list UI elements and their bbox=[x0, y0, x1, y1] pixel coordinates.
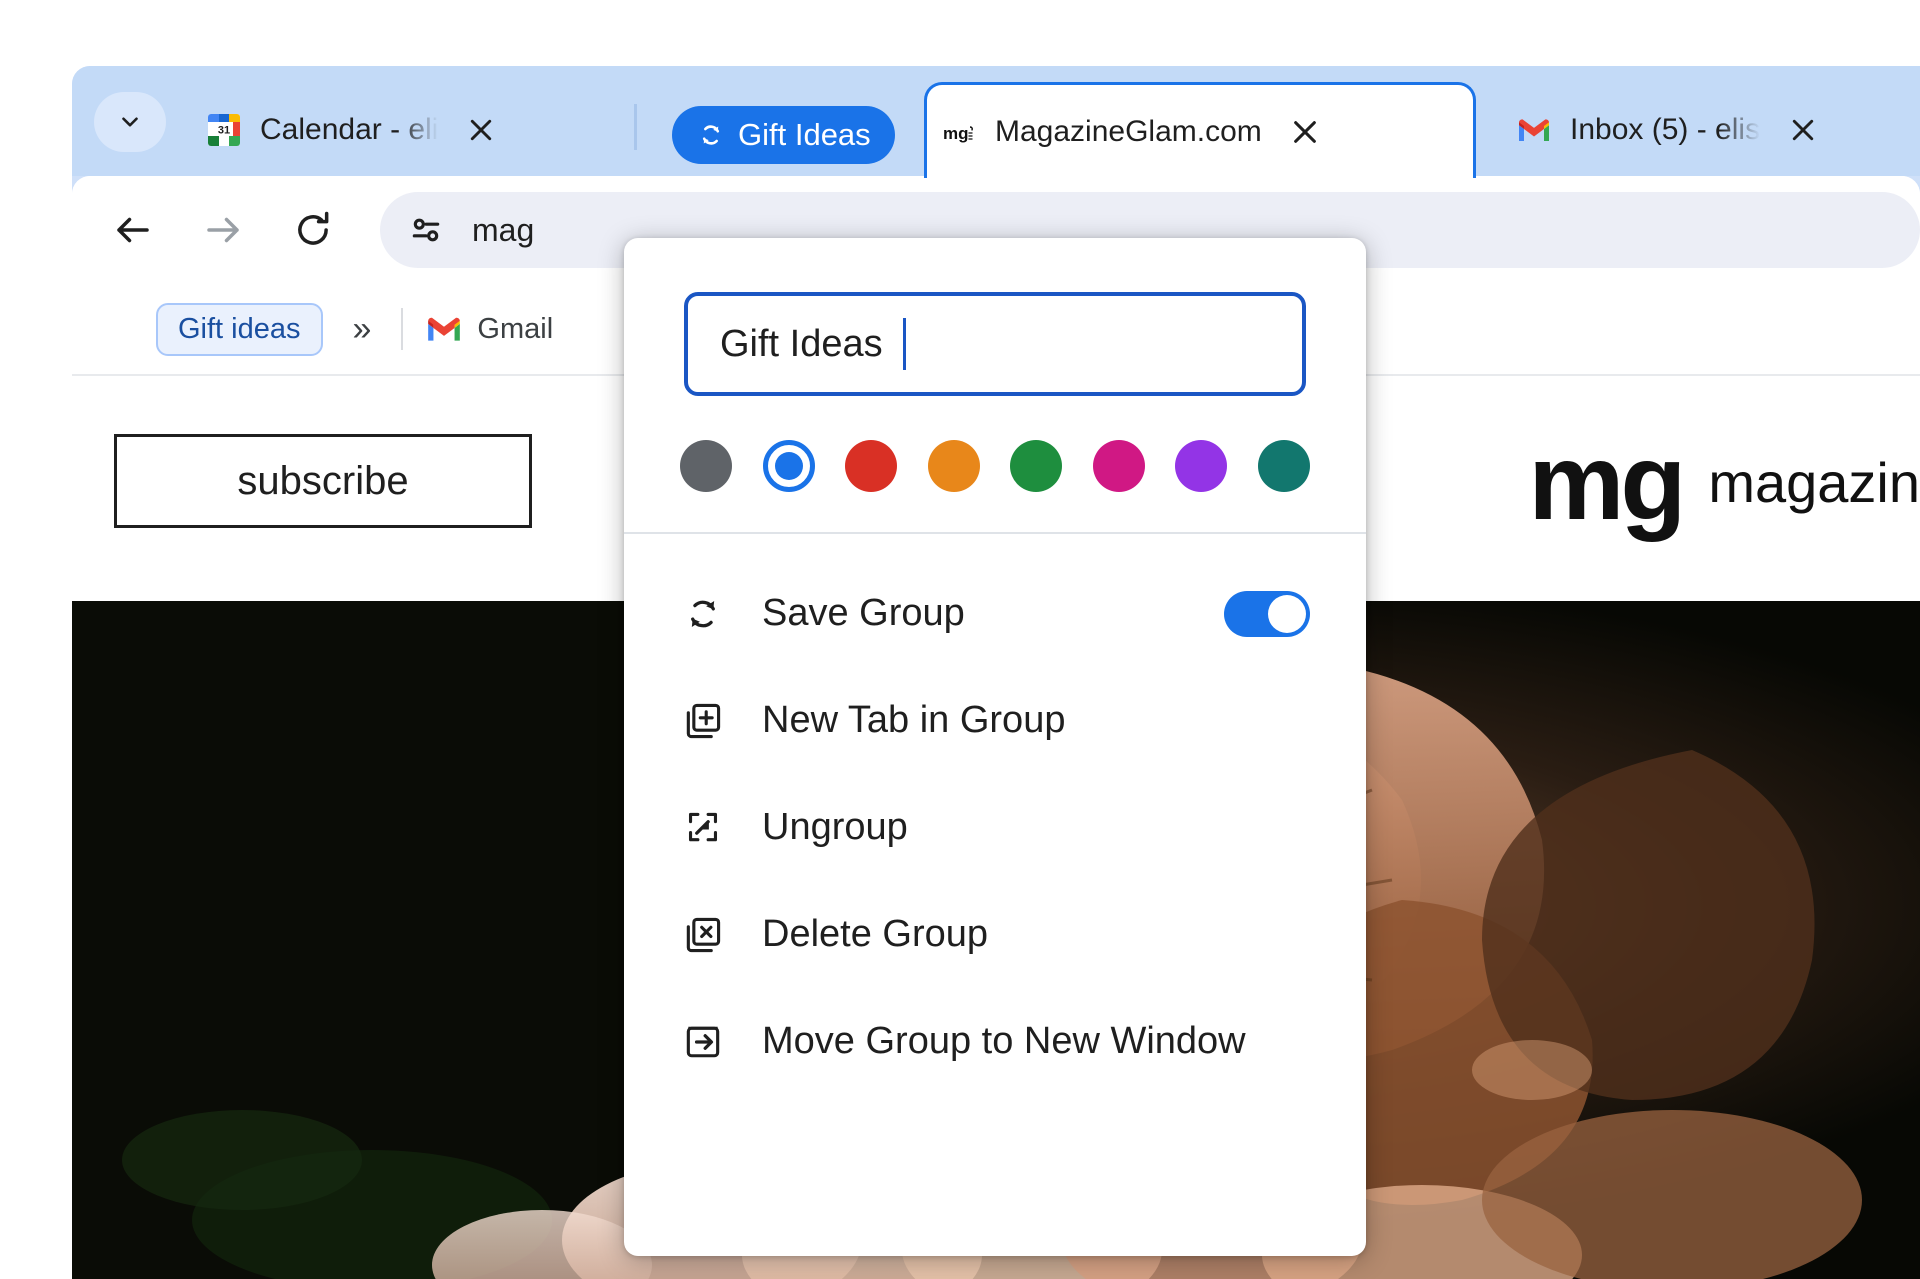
move-window-icon bbox=[680, 1019, 726, 1065]
group-name-value: Gift Ideas bbox=[720, 322, 883, 365]
bookmark-label: Gmail bbox=[477, 312, 554, 345]
tab-group-chip-gift-ideas[interactable]: Gift Ideas bbox=[672, 106, 895, 164]
google-calendar-icon: 31 bbox=[208, 114, 240, 146]
tab-close-button[interactable] bbox=[1780, 107, 1826, 153]
site-brand: mg magazin bbox=[1528, 428, 1920, 536]
group-name-input[interactable]: Gift Ideas bbox=[684, 292, 1306, 396]
menu-item-label: New Tab in Group bbox=[762, 699, 1066, 741]
tab-group-label: Gift Ideas bbox=[738, 117, 871, 152]
delete-group-icon bbox=[680, 912, 726, 958]
gmail-icon bbox=[428, 317, 461, 341]
save-sync-icon bbox=[702, 125, 720, 145]
color-swatch-purple[interactable] bbox=[1175, 440, 1228, 492]
tab-inbox[interactable]: Inbox (5) - elis bbox=[1502, 84, 1902, 176]
bookmarks-overflow-button[interactable]: » bbox=[345, 310, 380, 349]
color-swatch-grey[interactable] bbox=[680, 440, 732, 492]
group-name-field-wrapper: Gift Ideas bbox=[624, 238, 1366, 396]
group-menu: Save Group New Tab in Group Ungroup Dele… bbox=[624, 534, 1366, 1113]
reload-icon bbox=[298, 211, 329, 245]
tab-strip: 31 Calendar - eli Gift Ideas mg Magazine… bbox=[72, 66, 1920, 178]
tab-close-button[interactable] bbox=[1282, 109, 1328, 155]
menu-item-delete-group[interactable]: Delete Group bbox=[624, 881, 1366, 988]
tab-group-editor-dialog: Gift Ideas Save Group New Tab in Group U… bbox=[624, 238, 1366, 1256]
chevron-down-icon bbox=[122, 117, 138, 127]
text-caret bbox=[902, 318, 906, 370]
menu-item-new-tab-in-group[interactable]: New Tab in Group bbox=[624, 667, 1366, 774]
swatch-inner bbox=[774, 452, 803, 480]
bookmarks-divider bbox=[401, 308, 404, 350]
bookmark-folder-gift-ideas[interactable]: Gift ideas bbox=[156, 302, 323, 356]
tab-calendar[interactable]: 31 Calendar - eli bbox=[192, 84, 570, 176]
color-swatch-blue[interactable] bbox=[762, 440, 815, 492]
menu-item-save-group[interactable]: Save Group bbox=[624, 560, 1366, 667]
tab-separator bbox=[634, 104, 637, 150]
menu-item-ungroup[interactable]: Ungroup bbox=[624, 774, 1366, 881]
color-swatch-pink[interactable] bbox=[1092, 440, 1145, 492]
tab-magazineglam[interactable]: mg MagazineGlam.com bbox=[924, 82, 1476, 178]
svg-text:mg: mg bbox=[943, 124, 969, 143]
color-swatch-yellow[interactable] bbox=[927, 440, 980, 492]
color-swatch-red[interactable] bbox=[845, 440, 898, 492]
menu-item-label: Move Group to New Window bbox=[762, 1020, 1246, 1062]
tab-close-button[interactable] bbox=[458, 107, 504, 153]
back-button[interactable] bbox=[94, 191, 172, 269]
menu-item-label: Ungroup bbox=[762, 806, 908, 848]
menu-item-label: Save Group bbox=[762, 592, 965, 634]
menu-item-label: Delete Group bbox=[762, 913, 989, 955]
ungroup-icon bbox=[680, 805, 726, 851]
tab-title: Inbox (5) - elis bbox=[1570, 113, 1761, 146]
toggle-knob bbox=[1268, 594, 1306, 633]
forward-button[interactable] bbox=[184, 191, 262, 269]
reload-button[interactable] bbox=[274, 191, 352, 269]
mg-favicon: mg bbox=[941, 113, 977, 150]
close-icon bbox=[471, 119, 492, 141]
tab-title: Calendar - eli bbox=[260, 113, 439, 146]
tune-icon[interactable] bbox=[406, 210, 446, 250]
save-sync-icon bbox=[680, 591, 726, 637]
brand-mark: mg bbox=[1528, 421, 1686, 542]
save-group-toggle[interactable] bbox=[1224, 590, 1310, 637]
brand-name: magazin bbox=[1708, 450, 1920, 514]
close-icon bbox=[1293, 120, 1316, 143]
group-color-swatches bbox=[624, 396, 1366, 532]
color-swatch-green[interactable] bbox=[1010, 440, 1063, 492]
close-icon bbox=[1792, 119, 1814, 141]
subscribe-button[interactable]: subscribe bbox=[114, 434, 532, 528]
forward-arrow-icon bbox=[207, 217, 239, 243]
tab-search-button[interactable] bbox=[94, 92, 166, 152]
bookmark-item-gmail[interactable]: Gmail bbox=[425, 313, 553, 346]
menu-item-move-group-to-new-window[interactable]: Move Group to New Window bbox=[624, 988, 1366, 1095]
gmail-icon bbox=[1519, 119, 1549, 141]
tab-title: MagazineGlam.com bbox=[995, 114, 1262, 148]
color-swatch-cyan[interactable] bbox=[1257, 440, 1310, 492]
browser-window: 31 Calendar - eli Gift Ideas mg Magazine… bbox=[72, 66, 1920, 1279]
address-bar-text: mag bbox=[472, 211, 535, 248]
screenshot-root: 31 Calendar - eli Gift Ideas mg Magazine… bbox=[0, 0, 1920, 1279]
back-arrow-icon bbox=[117, 217, 149, 243]
svg-text:31: 31 bbox=[218, 125, 230, 137]
new-tab-icon bbox=[680, 698, 726, 744]
